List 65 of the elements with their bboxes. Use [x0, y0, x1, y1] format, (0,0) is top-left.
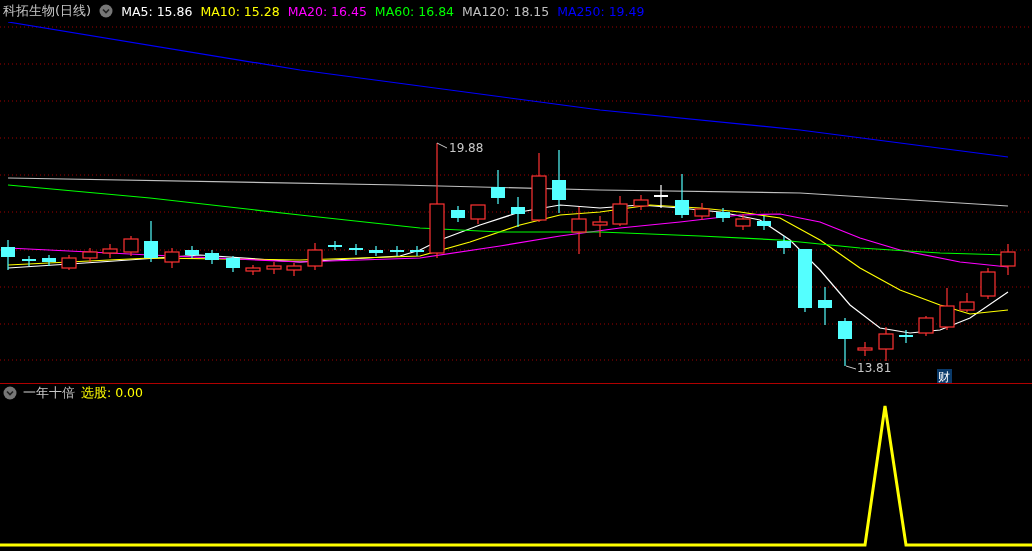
candlestick [470, 204, 486, 225]
candlestick [410, 245, 424, 257]
candlestick [857, 341, 873, 357]
moving-average-label: MA60: 16.84 [374, 3, 455, 19]
candlestick [164, 247, 180, 269]
candlestick [777, 235, 791, 255]
candlestick [675, 173, 689, 219]
candlestick [185, 245, 199, 259]
candlestick [1000, 243, 1016, 276]
candlestick [980, 267, 996, 300]
candlestick [757, 215, 771, 231]
candlestick [102, 243, 118, 259]
candlestick [491, 169, 505, 205]
collapse-icon[interactable] [99, 4, 114, 18]
leader-line [436, 142, 448, 149]
candlestick [899, 329, 913, 344]
candlestick [82, 247, 98, 263]
candlestick [286, 262, 302, 277]
candlestick [451, 205, 465, 223]
candlestick [939, 287, 955, 331]
candlestick [818, 286, 832, 326]
candlestick [694, 202, 710, 221]
moving-average-label: MA10: 15.28 [200, 3, 280, 19]
candlestick [266, 261, 282, 275]
candlestick [390, 245, 404, 257]
moving-average-label: MA20: 16.45 [287, 3, 367, 19]
candlestick [61, 254, 77, 271]
candlestick [349, 243, 363, 256]
candlestick [511, 196, 525, 228]
candlestick [144, 220, 158, 263]
indicator-reading: 选股: 0.00 [81, 384, 144, 402]
candlestick [838, 317, 852, 367]
leader-line [845, 365, 857, 370]
candlestick [123, 235, 139, 257]
candlestick [205, 249, 219, 265]
candlestick [716, 207, 730, 223]
candlestick [571, 206, 587, 255]
candlestick [22, 255, 36, 267]
high-price-label: 19.88 [449, 141, 484, 155]
candlestick [918, 315, 934, 337]
moving-average-label: MA5: 15.86 [121, 3, 193, 19]
candlestick [226, 255, 240, 273]
candlestick [369, 245, 383, 257]
candlestick [612, 195, 628, 227]
candlestick [1, 239, 15, 271]
finance-badge[interactable]: 财 [937, 369, 952, 383]
candlestick [592, 215, 608, 238]
candlestick [654, 184, 668, 209]
candlestick [735, 213, 751, 231]
candlestick [531, 152, 547, 223]
candlestick [307, 242, 323, 271]
low-price-label: 13.81 [857, 361, 892, 375]
candlestick [959, 292, 975, 313]
candlestick [633, 194, 649, 211]
candlestick [245, 264, 261, 276]
candlestick [878, 326, 894, 362]
moving-average-label: MA250: 19.49 [557, 3, 645, 19]
candlestick [328, 240, 342, 251]
indicator-name: 一年十倍 [23, 384, 75, 402]
candlestick [552, 149, 566, 214]
chart-title: 科拓生物(日线) [3, 2, 92, 20]
candlestick [798, 248, 812, 313]
collapse-icon[interactable] [3, 386, 17, 400]
candlestick [42, 254, 56, 267]
moving-average-label: MA120: 18.15 [462, 3, 550, 19]
